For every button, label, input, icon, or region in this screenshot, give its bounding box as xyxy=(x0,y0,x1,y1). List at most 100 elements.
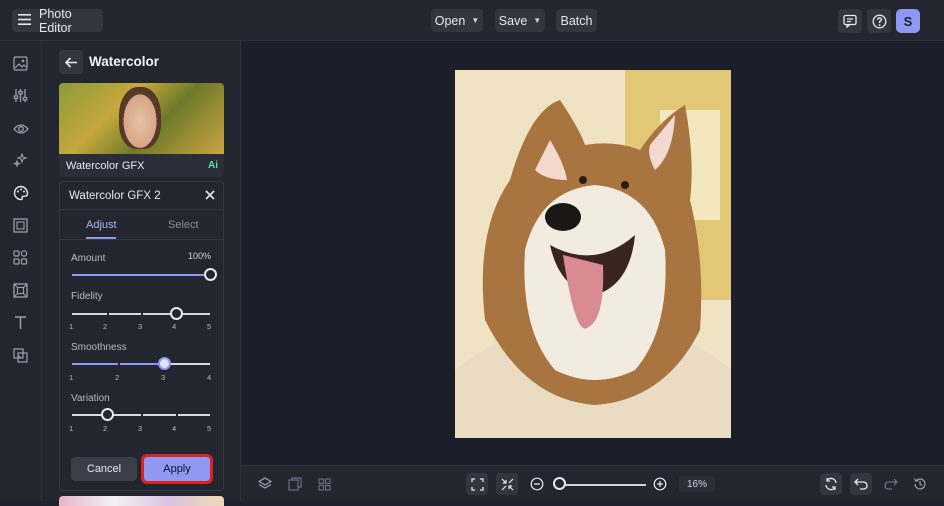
settings-title: Watercolor GFX 2 xyxy=(69,190,161,202)
tick-label: 4 xyxy=(207,373,212,382)
redo-icon xyxy=(884,478,898,490)
back-button[interactable] xyxy=(59,50,83,74)
shapes-icon[interactable] xyxy=(12,249,29,266)
tick-label: 2 xyxy=(103,424,108,433)
tick-label: 2 xyxy=(103,322,108,331)
apply-button[interactable]: Apply xyxy=(141,454,213,484)
magic-icon[interactable] xyxy=(12,152,29,169)
text-icon[interactable] xyxy=(12,314,29,331)
tick-mark xyxy=(117,362,120,366)
help-button[interactable] xyxy=(867,9,891,33)
tick-mark xyxy=(141,413,143,417)
tick-label: 1 xyxy=(69,322,74,331)
tick-label: 5 xyxy=(207,424,212,433)
help-icon xyxy=(872,14,886,28)
tick-label: 3 xyxy=(138,322,143,331)
preset-thumbnail xyxy=(59,83,224,154)
fidelity-slider[interactable] xyxy=(72,307,210,320)
eye-icon[interactable] xyxy=(12,120,29,137)
user-avatar[interactable]: S xyxy=(896,9,920,33)
preset-label: Watercolor GFX xyxy=(66,160,145,172)
compare-icon xyxy=(288,477,302,491)
redo-button[interactable] xyxy=(880,473,902,495)
amount-label: Amount xyxy=(71,253,106,264)
smoothness-handle[interactable] xyxy=(158,357,172,370)
grid-button[interactable] xyxy=(313,473,335,495)
tab-adjust[interactable]: Adjust xyxy=(86,219,117,231)
tick-label: 1 xyxy=(69,373,74,382)
batch-label: Batch xyxy=(560,13,593,28)
divider xyxy=(60,239,223,240)
refresh-icon xyxy=(825,477,837,491)
ai-badge: Ai xyxy=(208,160,218,171)
tick-label: 4 xyxy=(172,424,177,433)
dog-photo[interactable] xyxy=(455,70,731,438)
save-button[interactable]: Save ▼ xyxy=(495,9,545,32)
effect-settings: Watercolor GFX 2 Adjust Select Amount 10… xyxy=(59,181,224,491)
zoom-in-button[interactable] xyxy=(649,473,671,495)
close-button[interactable] xyxy=(203,188,217,202)
zoom-slider[interactable] xyxy=(559,484,646,486)
layers-overlay-icon[interactable] xyxy=(12,347,29,364)
tick-label: 3 xyxy=(138,424,143,433)
sliders-icon[interactable] xyxy=(12,87,29,104)
chevron-down-icon: ▼ xyxy=(471,16,480,25)
preset-card[interactable]: Watercolor GFX Ai xyxy=(59,83,224,177)
settings-header: Watercolor GFX 2 xyxy=(60,182,223,210)
batch-button[interactable]: Batch xyxy=(556,9,597,32)
amount-handle[interactable] xyxy=(204,268,217,281)
tick-label: 1 xyxy=(69,424,74,433)
zoom-handle[interactable] xyxy=(553,477,566,490)
close-icon xyxy=(205,190,215,200)
tick-label: 2 xyxy=(115,373,120,382)
texture-icon[interactable] xyxy=(12,282,29,299)
image-icon[interactable] xyxy=(12,55,29,72)
amount-slider[interactable] xyxy=(72,268,217,281)
history-button[interactable] xyxy=(909,473,931,495)
effects-panel: Watercolor Watercolor GFX Ai Watercolor … xyxy=(42,41,241,506)
open-button[interactable]: Open ▼ xyxy=(431,9,483,32)
grid-icon xyxy=(317,477,331,491)
portrait-image xyxy=(119,87,161,149)
bottom-toolbar: 16% xyxy=(241,465,944,501)
layers-icon xyxy=(258,477,272,489)
tick-mark xyxy=(175,413,178,417)
variation-handle[interactable] xyxy=(100,408,114,421)
zoom-out-button[interactable] xyxy=(526,473,548,495)
compare-button[interactable] xyxy=(284,473,306,495)
undo-icon xyxy=(854,478,868,490)
palette-icon[interactable] xyxy=(12,184,29,201)
menu-button[interactable]: Photo Editor xyxy=(12,6,103,35)
top-bar: Photo Editor Open ▼ Save ▼ Batch S xyxy=(0,0,944,41)
arrow-left-icon xyxy=(64,56,77,68)
layers-button[interactable] xyxy=(254,473,276,495)
frame-icon[interactable] xyxy=(12,217,29,234)
smoothness-slider[interactable] xyxy=(72,357,210,370)
fidelity-label: Fidelity xyxy=(71,291,103,302)
history-icon xyxy=(914,478,926,490)
chevron-down-icon: ▼ xyxy=(533,16,542,25)
expand-icon xyxy=(470,477,484,491)
next-preset-thumbnail[interactable] xyxy=(59,496,224,506)
shrink-icon xyxy=(501,478,513,490)
comment-button[interactable] xyxy=(838,9,862,33)
tick-mark xyxy=(106,312,109,316)
cancel-button[interactable]: Cancel xyxy=(71,457,137,481)
actual-size-button[interactable] xyxy=(496,473,518,495)
amount-value[interactable]: 100% xyxy=(177,251,211,265)
tool-rail xyxy=(0,41,42,501)
save-label: Save xyxy=(498,13,528,28)
tab-select[interactable]: Select xyxy=(168,219,199,231)
tick-mark xyxy=(141,312,143,316)
open-label: Open xyxy=(434,13,466,28)
rotate-button[interactable] xyxy=(820,473,842,495)
undo-button[interactable] xyxy=(850,473,872,495)
app-title: Photo Editor xyxy=(39,6,72,35)
zoom-value[interactable]: 16% xyxy=(679,476,715,492)
tick-label: 5 xyxy=(207,322,212,331)
hamburger-icon xyxy=(18,13,31,28)
fit-screen-button[interactable] xyxy=(466,473,488,495)
amount-fill xyxy=(72,274,210,276)
fidelity-handle[interactable] xyxy=(169,307,183,320)
variation-slider[interactable] xyxy=(72,408,210,421)
